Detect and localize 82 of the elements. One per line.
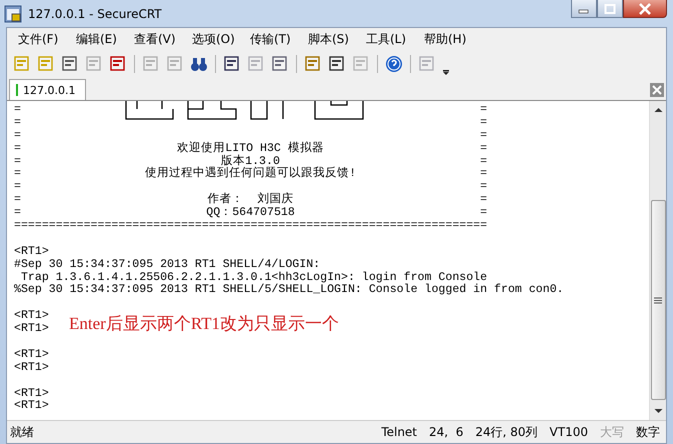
toolbar-icon [61,55,79,73]
status-text: Telnet [380,425,418,439]
menu-item[interactable]: 编辑(E) [70,28,126,50]
minimize-button[interactable] [571,0,597,18]
toolbar-icon [418,55,436,73]
menu-item[interactable]: 传输(T) [244,28,300,50]
toolbar-icon [13,55,31,73]
status-text: 大写 [599,424,625,440]
terminal-window-icon [4,4,22,22]
status-text: VT100 [548,425,589,439]
terminal-text: <RT1> [14,322,49,336]
terminal-text: = [14,116,21,130]
terminal-text: Trap 1.3.6.1.4.1.25506.2.2.1.1.3.0.1<hh3cLogIn>: login from Console [20,270,488,284]
terminal-text: QQ：564707518 [206,206,295,220]
toolbar-icon [247,55,265,73]
terminal-text: 作者： 刘国庆 [208,193,294,206]
menu-item[interactable]: 选项(O) [186,28,242,50]
status-text: 就绪 [9,424,35,440]
terminal-text: = [480,116,488,130]
terminal-text: = [480,156,488,168]
terminal-text: = [14,142,21,156]
terminal-text: = [14,181,21,194]
terminal-text: <RT1> [14,309,49,322]
menu-item[interactable]: 文件(F) [12,28,68,50]
terminal-text: <RT1> [14,348,49,361]
terminal-text: = [14,207,21,220]
status-text: 24行, 80列 [474,424,539,440]
terminal-text: = [14,130,21,143]
toolbar-icon [328,55,346,73]
terminal-text: = [480,104,488,117]
toolbar-icon [37,55,55,73]
terminal-text: 版本1.3.0 [221,154,280,168]
terminal-text: <RT1> [14,386,49,400]
terminal-text: = [480,207,488,220]
menu-item[interactable]: 工具(L) [360,28,416,50]
scrollbar-thumb[interactable] [650,200,666,400]
menu-item[interactable]: 帮助(H) [418,28,474,50]
terminal-text: = [14,104,21,117]
terminal-text: %Sep 30 15:34:37:095 2013 RT1 SHELL/5/SHELL_LOGIN: Console logged in from con0. [14,283,564,296]
terminal-text: <RT1> [14,244,49,258]
scrollbar[interactable] [649,101,666,420]
binoculars-icon [190,55,208,73]
close-icon [638,2,652,14]
terminal-text: = [480,142,488,156]
terminal-text: <RT1> [14,399,49,412]
toolbar-icon [109,55,127,73]
window-title: 127.0.0.1 - SecureCRT [28,6,162,20]
session-tab[interactable]: 127.0.0.1 [9,79,86,100]
terminal-text: = [14,156,21,168]
scroll-up-icon[interactable] [654,107,662,113]
close-tab-button[interactable] [650,83,664,97]
toolbar-icon [271,55,289,73]
menu-item[interactable]: 查看(V) [128,28,184,50]
toolbar-icon [85,55,103,73]
terminal-text: 欢迎使用LITO H3C 模拟器 [177,142,324,155]
close-button[interactable] [623,0,667,18]
terminal-text: = [480,130,488,143]
toolbar-icon [223,55,241,73]
help-icon [385,55,403,73]
toolbar-button[interactable] [383,53,405,75]
terminal-text: = [480,168,488,182]
toolbar-icon [142,55,160,73]
maximize-icon [604,4,616,14]
maximize-button[interactable] [597,0,623,18]
scroll-down-icon[interactable] [654,408,662,414]
status-text: 24, 6 [428,425,464,439]
close-icon [652,85,662,95]
grip-icon [654,296,662,304]
menu-item[interactable]: 脚本(S) [302,28,358,50]
terminal-text: ==================================================================== [14,219,488,232]
toolbar-icon [166,55,184,73]
annotation-text: Enter后显示两个RT1改为只显示一个 [69,313,340,335]
terminal-text: = [14,168,21,182]
terminal-text: = [14,194,21,208]
terminal-text: 使用过程中遇到任何问题可以跟我反馈! [145,167,356,180]
terminal-text: <RT1> [14,360,49,374]
status-text: 数字 [635,424,661,440]
terminal-text: #Sep 30 15:34:37:095 2013 RT1 SHELL/4/LOGIN: [14,258,320,271]
toolbar-icon [352,55,370,73]
terminal-text: = [480,194,488,208]
toolbar-icon [304,55,322,73]
terminal-text: = [480,181,488,194]
